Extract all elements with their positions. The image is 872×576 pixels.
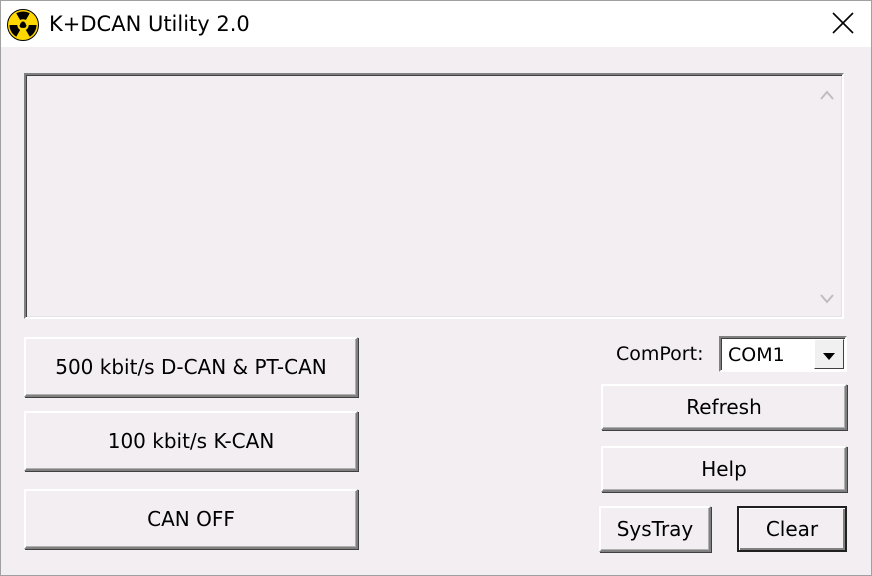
comport-label: ComPort: [616, 343, 704, 365]
chevron-up-icon [820, 85, 834, 104]
refresh-button[interactable]: Refresh [601, 384, 847, 430]
radiation-icon [7, 9, 39, 41]
comport-dropdown-button[interactable] [814, 339, 844, 369]
scroll-up-button[interactable] [814, 81, 840, 107]
systray-button[interactable]: SysTray [599, 506, 711, 552]
chevron-down-icon [820, 289, 834, 308]
window-title: K+DCAN Utility 2.0 [49, 12, 250, 36]
log-textbox[interactable] [24, 73, 844, 319]
title-bar[interactable]: K+DCAN Utility 2.0 [1, 1, 871, 47]
help-button[interactable]: Help [601, 446, 847, 492]
clear-button[interactable]: Clear [737, 506, 847, 552]
close-button[interactable] [825, 7, 861, 43]
can-off-button[interactable]: CAN OFF [24, 489, 358, 549]
log-scrollbar[interactable] [814, 77, 840, 315]
close-icon [832, 12, 854, 38]
comport-value: COM1 [728, 344, 785, 366]
kcan-button[interactable]: 100 kbit/s K-CAN [24, 411, 358, 471]
comport-select[interactable]: COM1 [719, 336, 847, 372]
scroll-down-button[interactable] [814, 285, 840, 311]
triangle-down-icon [823, 345, 835, 364]
client-area: 500 kbit/s D-CAN & PT-CAN 100 kbit/s K-C… [1, 47, 871, 575]
app-window: K+DCAN Utility 2.0 500 kbit/s D-CAN & PT… [0, 0, 872, 576]
dcan-ptcan-button[interactable]: 500 kbit/s D-CAN & PT-CAN [24, 337, 358, 397]
